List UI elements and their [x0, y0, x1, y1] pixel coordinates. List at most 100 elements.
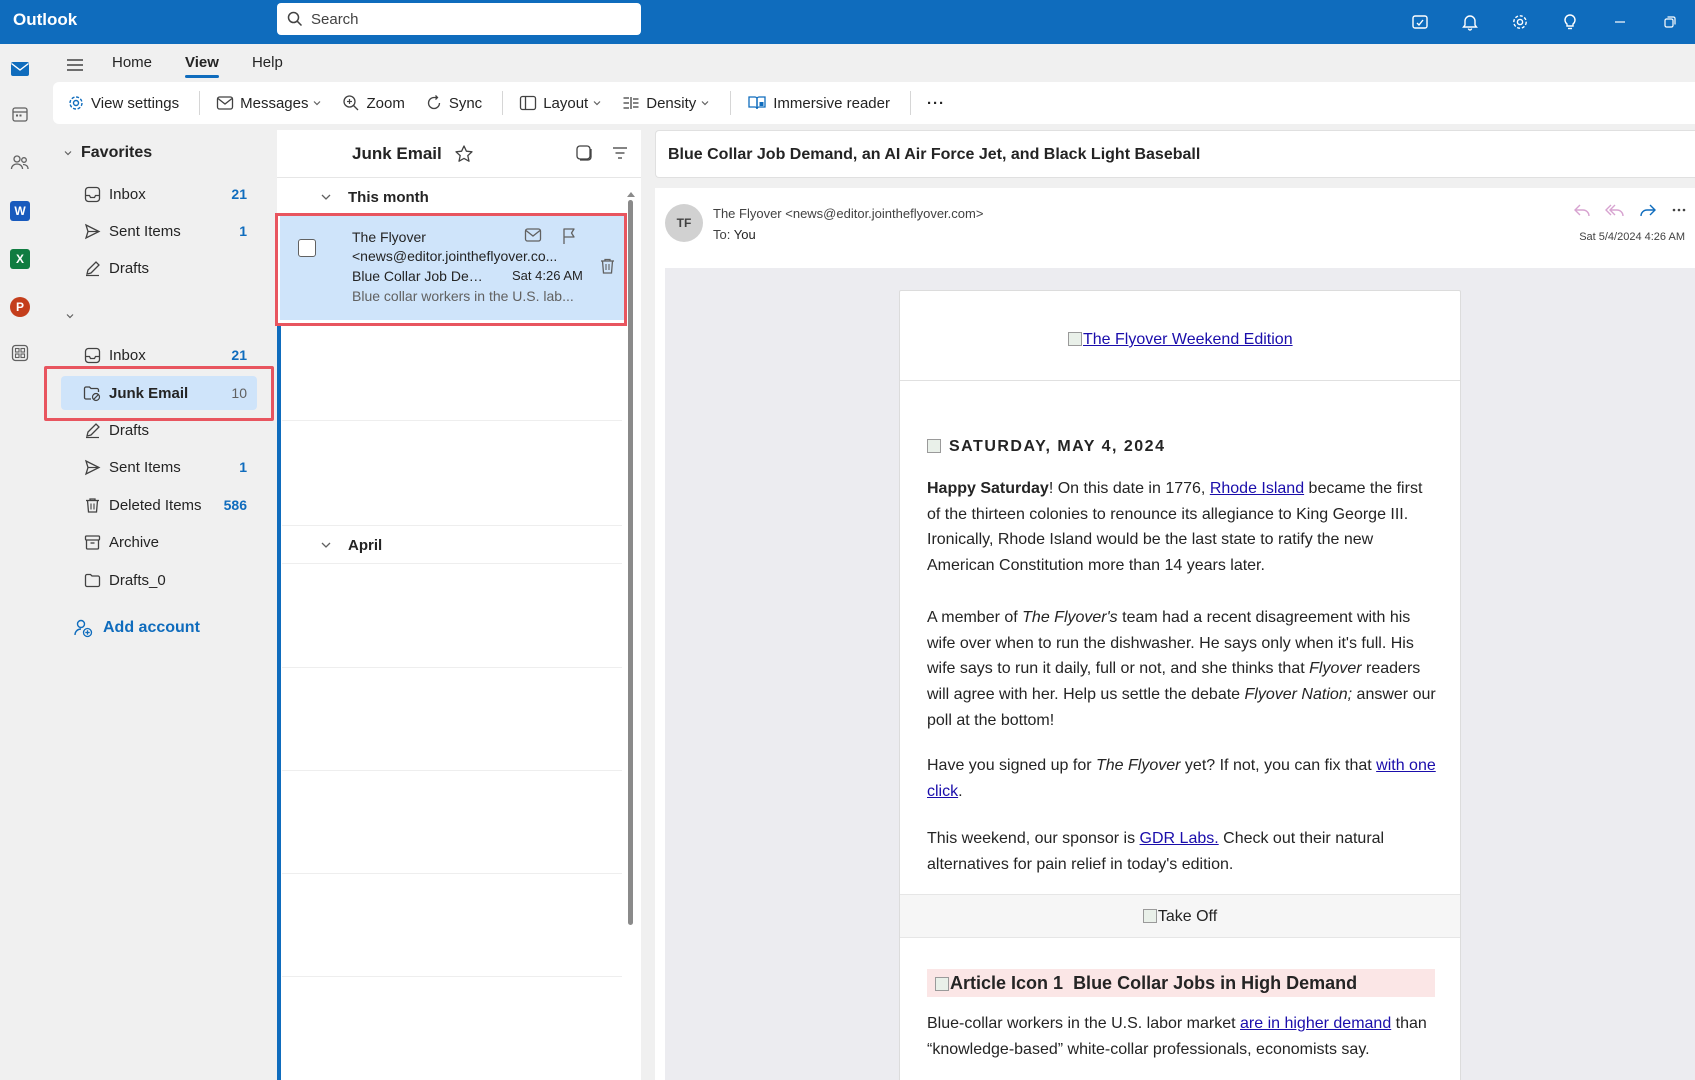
folder-label: Archive — [109, 533, 160, 551]
chevron-down-icon — [314, 101, 321, 106]
body-paragraph-4: This weekend, our sponsor is GDR Labs. C… — [927, 826, 1437, 877]
unread-count: 1 — [239, 223, 247, 239]
bell-icon[interactable] — [1445, 0, 1495, 44]
search-input[interactable] — [311, 10, 611, 28]
folder-drafts[interactable]: Drafts — [61, 413, 257, 447]
pencil-icon — [83, 421, 101, 439]
hamburger-icon[interactable] — [60, 57, 90, 73]
favorites-header[interactable]: Favorites — [63, 144, 152, 162]
mail-icon[interactable] — [8, 57, 32, 81]
zoom-button[interactable]: Zoom — [342, 94, 405, 112]
more-options-button[interactable]: ··· — [927, 95, 945, 112]
rhode-island-link[interactable]: Rhode Island — [1210, 480, 1304, 497]
greeting: Happy Saturday — [927, 480, 1049, 497]
account-collapse-icon[interactable] — [65, 308, 75, 325]
calendar-icon[interactable] — [8, 102, 32, 126]
favorite-sent-items[interactable]: Sent Items 1 — [61, 214, 257, 248]
list-divider — [282, 770, 622, 771]
folder-archive[interactable]: Archive — [61, 525, 257, 559]
email-from[interactable]: The Flyover <news@editor.jointheflyover.… — [713, 206, 983, 221]
message-item[interactable]: The Flyover <news@editor.jointheflyover.… — [280, 215, 624, 320]
flag-icon[interactable] — [561, 227, 577, 245]
people-icon[interactable] — [8, 150, 32, 174]
folder-label: Sent Items — [109, 458, 181, 476]
layout-label: Layout — [543, 94, 589, 112]
to-recipient[interactable]: You — [734, 227, 756, 242]
folder-label: Inbox — [109, 346, 146, 364]
gear-icon[interactable] — [1495, 0, 1545, 44]
text: Have you signed up for — [927, 757, 1096, 774]
broken-image-icon — [927, 439, 941, 453]
excel-icon[interactable]: X — [8, 247, 32, 271]
tab-view[interactable]: View — [185, 52, 219, 78]
sponsor-link[interactable]: GDR Labs. — [1140, 830, 1219, 847]
newsletter-header-link[interactable]: The Flyover Weekend Edition — [1068, 331, 1293, 349]
newsletter-header: The Flyover Weekend Edition — [900, 291, 1460, 381]
select-mode-icon[interactable] — [575, 144, 593, 162]
group-this-month[interactable]: This month — [277, 179, 624, 215]
search-box[interactable] — [277, 3, 641, 35]
add-account-button[interactable]: Add account — [73, 618, 200, 638]
density-label: Density — [646, 94, 697, 112]
favorite-drafts[interactable]: Drafts — [61, 251, 257, 285]
email-body: The Flyover Weekend Edition SATURDAY, MA… — [899, 290, 1461, 1080]
lightbulb-icon[interactable] — [1545, 0, 1595, 44]
layout-button[interactable]: Layout — [519, 95, 602, 112]
folder-icon — [83, 571, 101, 589]
immersive-reader-button[interactable]: Immersive reader — [747, 94, 890, 112]
favorite-inbox[interactable]: Inbox 21 — [61, 177, 257, 211]
unread-count: 586 — [223, 497, 247, 513]
restore-icon[interactable] — [1645, 0, 1695, 44]
message-checkbox[interactable] — [298, 239, 316, 257]
newsletter-date-heading: SATURDAY, MAY 4, 2024 — [927, 438, 1165, 456]
powerpoint-icon[interactable]: P — [8, 295, 32, 319]
sync-button[interactable]: Sync — [425, 94, 482, 112]
ribbon-divider — [502, 91, 504, 115]
view-settings-button[interactable]: View settings — [67, 94, 179, 112]
text: Flyover — [1309, 660, 1362, 678]
reply-all-icon[interactable] — [1605, 202, 1625, 218]
mark-read-icon[interactable] — [524, 227, 542, 243]
text: The Flyover's — [1022, 609, 1118, 626]
my-day-icon[interactable] — [1395, 0, 1445, 44]
folder-label: Deleted Items — [109, 496, 202, 514]
scroll-up-arrow[interactable] — [627, 184, 635, 201]
body-paragraph-1: Happy Saturday! On this date in 1776, Rh… — [927, 476, 1437, 579]
article-heading: Article Icon 1 Blue Collar Jobs in High … — [927, 969, 1435, 997]
tab-help[interactable]: Help — [252, 52, 283, 78]
email-header: TF The Flyover <news@editor.jointheflyov… — [655, 188, 1695, 266]
word-icon[interactable]: W — [8, 199, 32, 223]
delete-icon[interactable] — [599, 257, 616, 279]
search-icon — [287, 11, 303, 27]
forward-icon[interactable] — [1639, 202, 1657, 218]
tab-home[interactable]: Home — [112, 52, 152, 78]
folder-drafts-0[interactable]: Drafts_0 — [61, 563, 257, 597]
group-april[interactable]: April — [277, 527, 624, 563]
apps-icon[interactable] — [8, 341, 32, 365]
avatar[interactable]: TF — [665, 204, 703, 242]
folder-sent-items[interactable]: Sent Items 1 — [61, 450, 257, 484]
reply-icon[interactable] — [1573, 202, 1591, 218]
archive-icon — [83, 533, 101, 551]
density-button[interactable]: Density — [622, 95, 710, 112]
star-icon[interactable] — [454, 144, 474, 164]
folder-inbox[interactable]: Inbox 21 — [61, 338, 257, 372]
minimize-icon[interactable] — [1595, 0, 1645, 44]
article-icon-alt: Article Icon 1 — [950, 973, 1064, 993]
folder-deleted-items[interactable]: Deleted Items 586 — [61, 488, 257, 522]
inbox-icon — [83, 185, 101, 203]
filter-icon[interactable] — [611, 144, 629, 162]
messages-button[interactable]: Messages — [216, 95, 322, 112]
take-off-image: Take Off — [900, 894, 1460, 938]
higher-demand-link[interactable]: are in higher demand — [1240, 1015, 1391, 1032]
email-body-canvas: The Flyover Weekend Edition SATURDAY, MA… — [665, 268, 1695, 1080]
app-title[interactable]: Outlook — [13, 10, 77, 30]
message-list-scrollbar[interactable] — [628, 200, 633, 925]
density-icon — [623, 97, 639, 109]
folder-junk-email[interactable]: Junk Email 10 — [61, 376, 257, 410]
immersive-reader-label: Immersive reader — [773, 94, 890, 112]
gear-icon — [69, 96, 83, 110]
to-label: To: — [713, 227, 731, 242]
more-actions-icon[interactable] — [1671, 202, 1687, 218]
list-accent-bar — [277, 326, 281, 1080]
